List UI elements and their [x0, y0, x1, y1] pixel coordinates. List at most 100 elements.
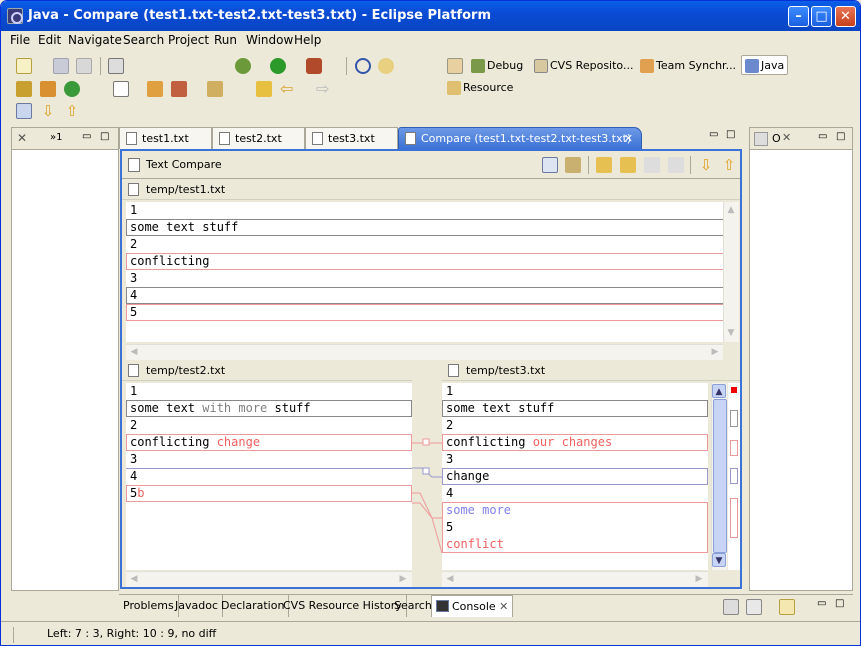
package-explorer-icon[interactable]: ✕ [17, 131, 27, 145]
menu-project[interactable]: Project [168, 33, 209, 47]
left-pane[interactable]: 1 some text with more stuff 2 conflictin… [126, 383, 412, 570]
tab-search[interactable]: Search [390, 595, 437, 617]
maximize-view-icon[interactable]: □ [100, 131, 109, 142]
maximize-editor-icon[interactable]: □ [726, 129, 735, 140]
toggle-mark-icon[interactable] [16, 103, 32, 119]
minimize-button[interactable]: – [788, 6, 809, 27]
perspective-java[interactable]: Java [741, 55, 789, 75]
perspective-cvs[interactable]: CVS Reposito... [534, 56, 633, 76]
swap-panes-icon[interactable] [565, 157, 581, 173]
diff-marker[interactable] [730, 468, 738, 484]
binary-icon[interactable] [108, 58, 124, 74]
conflict-marker[interactable] [731, 387, 737, 393]
previous-difference-icon[interactable]: ⇧ [721, 157, 737, 173]
copy-all-right-icon[interactable] [620, 157, 636, 173]
minimize-view-icon[interactable]: ▭ [818, 131, 827, 142]
open-console-icon[interactable] [779, 599, 795, 615]
tab-compare[interactable]: Compare (test1.txt-test2.txt-test3.txt) ✕ [398, 127, 642, 149]
new-java-project-icon[interactable] [16, 81, 32, 97]
external-tools-icon[interactable] [306, 58, 322, 74]
minimize-editor-icon[interactable]: ▭ [709, 129, 718, 140]
scroll-left-arrow[interactable]: ◀ [127, 572, 141, 586]
annotation-icon[interactable] [207, 81, 223, 97]
close-tab-icon[interactable]: ✕ [624, 128, 633, 149]
show-ancestor-icon[interactable] [542, 157, 558, 173]
copy-left-icon[interactable] [644, 157, 660, 173]
save-icon[interactable] [53, 58, 69, 74]
more-views-label[interactable]: »1 [50, 132, 62, 143]
tab-console[interactable]: Console ✕ [431, 595, 514, 617]
outline-tab-label[interactable]: O [772, 132, 781, 145]
prev-annotation-icon[interactable]: ⇧ [64, 103, 80, 119]
run-icon[interactable] [270, 58, 286, 74]
tab-test1[interactable]: test1.txt [119, 127, 212, 149]
maximize-view-icon[interactable]: □ [835, 598, 844, 609]
menu-run[interactable]: Run [214, 33, 237, 47]
print-icon[interactable] [76, 58, 92, 74]
close-console-icon[interactable]: ✕ [499, 600, 508, 613]
conflict-marker[interactable] [730, 498, 738, 538]
maximize-view-icon[interactable]: □ [836, 131, 845, 142]
scroll-right-arrow[interactable]: ▶ [708, 345, 722, 359]
forward-icon[interactable]: ⇨ [316, 81, 332, 97]
menu-search[interactable]: Search [123, 33, 164, 47]
scroll-right-arrow[interactable]: ▶ [396, 572, 410, 586]
scroll-right-arrow[interactable]: ▶ [692, 572, 706, 586]
pin-console-icon[interactable] [723, 599, 739, 615]
tab-cvs-resource-history[interactable]: CVS Resource History [279, 595, 407, 617]
scroll-up-arrow[interactable]: ▲ [724, 203, 738, 217]
open-type-icon[interactable] [113, 81, 129, 97]
last-edit-icon[interactable] [256, 81, 272, 97]
open-perspective-icon[interactable] [447, 58, 463, 74]
minimize-view-icon[interactable]: ▭ [817, 598, 826, 609]
scroll-down-arrow[interactable]: ▼ [712, 553, 726, 567]
menu-window[interactable]: Window [246, 33, 293, 47]
overview-ruler[interactable] [728, 383, 740, 570]
minimize-view-icon[interactable]: ▭ [82, 131, 91, 142]
outline-icon[interactable] [754, 132, 768, 146]
perspective-resource[interactable]: Resource [447, 78, 513, 98]
left-horizontal-scrollbar[interactable]: ◀ ▶ [126, 571, 412, 587]
tab-javadoc[interactable]: Javadoc [171, 595, 223, 617]
new-icon[interactable] [16, 58, 32, 74]
new-package-icon[interactable] [40, 81, 56, 97]
maximize-button[interactable]: □ [811, 6, 832, 27]
tab-test2[interactable]: test2.txt [212, 127, 305, 149]
tab-test3[interactable]: test3.txt [305, 127, 398, 149]
scroll-left-arrow[interactable]: ◀ [127, 345, 141, 359]
perspective-team[interactable]: Team Synchr... [640, 56, 736, 76]
scroll-left-arrow[interactable]: ◀ [443, 572, 457, 586]
ancestor-vertical-scrollbar[interactable]: ▲ ▼ [723, 202, 739, 342]
right-pane[interactable]: 1 some text stuff 2 conflicting our chan… [442, 383, 708, 570]
right-horizontal-scrollbar[interactable]: ◀ ▶ [442, 571, 708, 587]
help-icon[interactable] [355, 58, 371, 74]
search-icon[interactable] [171, 81, 187, 97]
tab-problems[interactable]: Problems [119, 595, 179, 617]
diff-marker[interactable] [730, 410, 738, 427]
debug-icon[interactable] [235, 58, 251, 74]
display-console-icon[interactable] [746, 599, 762, 615]
copy-all-left-icon[interactable] [596, 157, 612, 173]
copy-right-icon[interactable] [668, 157, 684, 173]
search-help-icon[interactable] [378, 58, 394, 74]
ancestor-horizontal-scrollbar[interactable]: ◀ ▶ [126, 344, 723, 360]
next-annotation-icon[interactable]: ⇩ [40, 103, 56, 119]
close-window-button[interactable]: ✕ [835, 6, 856, 27]
scroll-up-arrow[interactable]: ▲ [712, 384, 726, 398]
right-vertical-scrollbar[interactable]: ▲ ▼ [711, 383, 727, 570]
back-icon[interactable]: ⇦ [280, 81, 296, 97]
menu-edit[interactable]: Edit [38, 33, 61, 47]
menu-navigate[interactable]: Navigate [68, 33, 122, 47]
scroll-thumb[interactable] [713, 399, 727, 553]
ancestor-pane[interactable]: 1 some text stuff 2 conflicting 3 4 5 [126, 202, 723, 342]
title-bar[interactable]: Java - Compare (test1.txt-test2.txt-test… [1, 1, 860, 31]
close-outline-icon[interactable]: ✕ [782, 131, 791, 144]
menu-file[interactable]: File [10, 33, 30, 47]
open-folder-icon[interactable] [147, 81, 163, 97]
scroll-down-arrow[interactable]: ▼ [724, 326, 738, 340]
next-difference-icon[interactable]: ⇩ [698, 157, 714, 173]
perspective-debug[interactable]: Debug [471, 56, 523, 76]
menu-help[interactable]: Help [294, 33, 321, 47]
new-class-icon[interactable] [64, 81, 80, 97]
conflict-marker[interactable] [730, 440, 738, 456]
